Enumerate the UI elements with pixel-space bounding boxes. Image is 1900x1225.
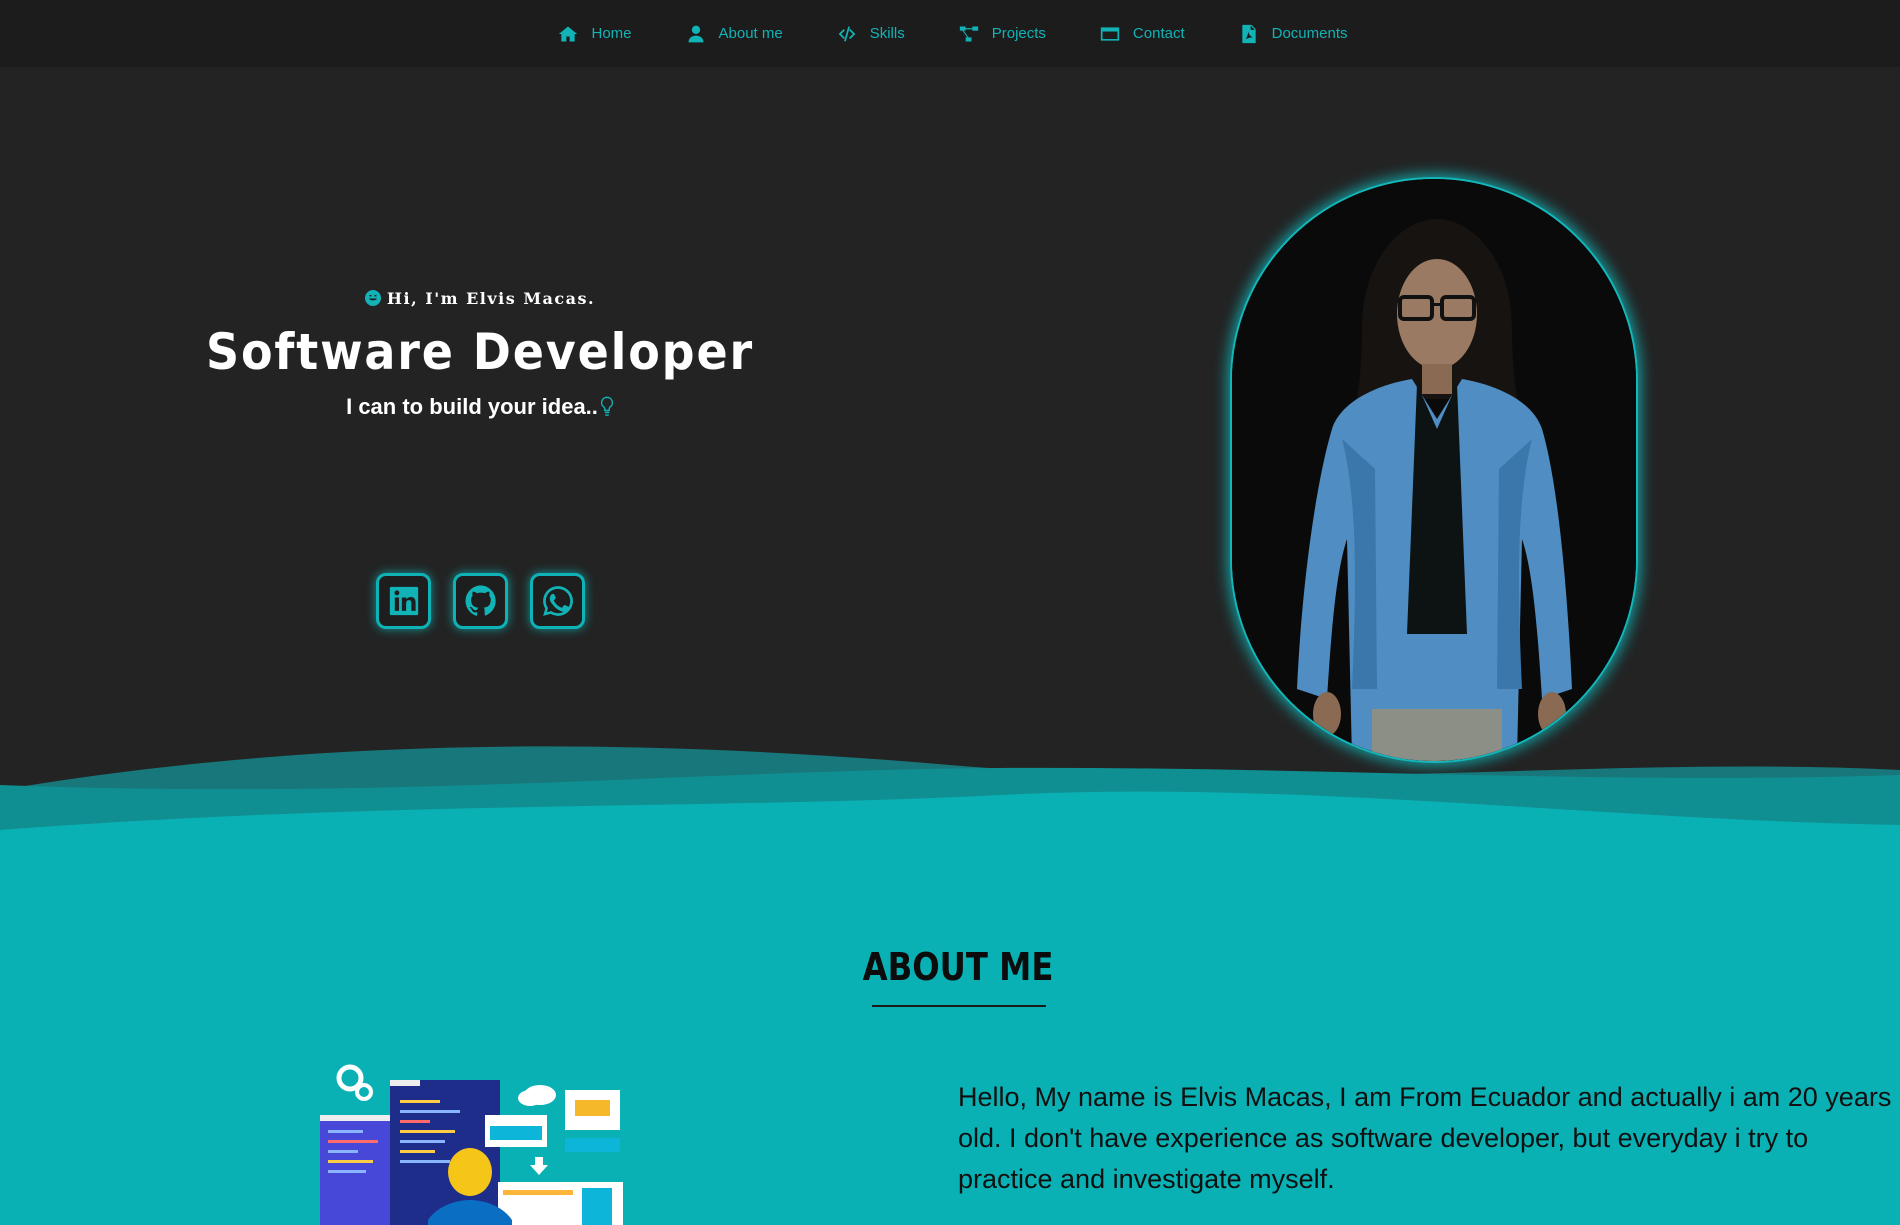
github-icon — [465, 585, 496, 616]
greeting: Hi, I'm Elvis Macas. — [0, 289, 960, 308]
nav-item-label: Home — [591, 25, 632, 42]
id-card-icon — [1100, 26, 1120, 41]
linkedin-icon — [389, 586, 418, 616]
about-title-underline — [872, 1005, 1046, 1007]
about-section: ABOUT ME Hello, My name is Elvis Macas, … — [0, 830, 1900, 1225]
lightbulb-icon — [600, 396, 614, 424]
hero-title: Software Developer — [205, 323, 755, 381]
wave-divider — [0, 746, 1900, 840]
about-description: Hello, My name is Elvis Macas, I am From… — [958, 1082, 1892, 1194]
github-button[interactable] — [453, 573, 508, 629]
nav-item-label: Skills — [869, 25, 905, 42]
nav-item-contact[interactable]: Contact — [1100, 24, 1185, 44]
home-icon — [559, 26, 578, 41]
nav-item-about-me[interactable]: About me — [686, 24, 783, 44]
nav-item-documents[interactable]: Documents — [1239, 24, 1348, 44]
smile-icon — [364, 290, 381, 306]
tagline-text: I can to build your idea.. — [346, 394, 598, 419]
about-title: ABOUT ME — [862, 945, 1054, 989]
top-navbar: Home About me Skills Projects Contact Do… — [0, 0, 1900, 67]
code-icon — [838, 26, 856, 41]
whatsapp-button[interactable] — [530, 573, 585, 629]
nav-item-home[interactable]: Home — [558, 24, 632, 44]
hero-tagline: I can to build your idea.. — [0, 394, 960, 424]
hero-section: Hi, I'm Elvis Macas. Software Developer … — [0, 67, 1900, 767]
profile-photo — [1230, 177, 1638, 763]
nav-menu: Home About me Skills Projects Contact Do… — [525, 24, 1374, 44]
nav-item-projects[interactable]: Projects — [959, 24, 1046, 44]
pdf-file-icon — [1241, 24, 1256, 43]
developer-illustration — [320, 1064, 623, 1225]
person-silhouette — [1232, 179, 1636, 761]
social-links — [376, 573, 585, 629]
nav-item-skills[interactable]: Skills — [837, 24, 905, 44]
user-icon — [688, 25, 703, 42]
greeting-text: Hi, I'm Elvis Macas. — [386, 289, 596, 308]
linkedin-button[interactable] — [376, 573, 431, 629]
nav-item-label: Contact — [1132, 25, 1185, 42]
nav-item-label: Documents — [1271, 25, 1348, 42]
whatsapp-icon — [542, 586, 573, 616]
nav-item-label: Projects — [991, 25, 1046, 42]
project-diagram-icon — [959, 26, 978, 41]
nav-item-label: About me — [718, 25, 783, 42]
